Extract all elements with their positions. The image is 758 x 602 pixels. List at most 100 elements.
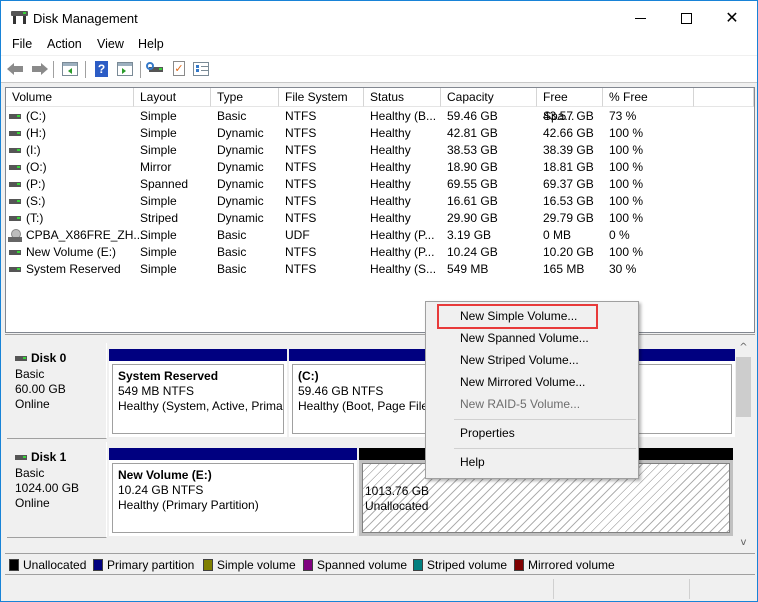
properties-button[interactable]: ✓ <box>170 60 188 78</box>
cell-volume: (O:) <box>26 160 47 174</box>
show-hide-action-pane-button[interactable] <box>116 60 134 78</box>
disk-icon <box>15 455 27 460</box>
cell-file-system: NTFS <box>285 109 317 123</box>
cell-percent-free: 100 % <box>609 143 644 157</box>
scroll-up-icon[interactable]: ^ <box>735 339 752 356</box>
cell-capacity: 18.90 GB <box>447 160 498 174</box>
disk-state: Online <box>15 397 50 411</box>
back-button[interactable] <box>7 60 25 78</box>
cell-file-system: NTFS <box>285 126 317 140</box>
column-header-volume[interactable]: Volume <box>6 88 134 107</box>
menu-item-new-mirrored-volume[interactable]: New Mirrored Volume... <box>460 375 585 389</box>
drive-icon <box>9 250 21 255</box>
properties-icon: ✓ <box>173 61 185 76</box>
column-header-percent-free[interactable]: % Free <box>603 88 694 107</box>
cell-file-system: NTFS <box>285 160 317 174</box>
drive-icon <box>9 148 21 153</box>
cell-volume: New Volume (E:) <box>26 245 117 259</box>
column-header-status[interactable]: Status <box>364 88 441 107</box>
volume-row[interactable]: (P:) Spanned Dynamic NTFS Healthy 69.55 GB 69.… <box>6 176 754 193</box>
disk-type: Basic <box>15 367 45 381</box>
volume-row[interactable]: (I:) Simple Dynamic NTFS Healthy 38.53 GB 38.3… <box>6 142 754 159</box>
volume-row[interactable]: (C:) Simple Basic NTFS Healthy (B... 59.46 GB… <box>6 108 754 125</box>
rescan-disks-button[interactable] <box>146 60 165 78</box>
column-header-file-system[interactable]: File System <box>279 88 364 107</box>
cell-capacity: 10.24 GB <box>447 245 498 259</box>
close-icon: ✕ <box>725 8 739 27</box>
cell-volume: (S:) <box>26 194 46 208</box>
legend-spanned-volume: Spanned volume <box>303 558 407 572</box>
cell-percent-free: 0 % <box>609 228 630 242</box>
cell-status: Healthy (S... <box>370 262 437 276</box>
minimize-button[interactable] <box>617 1 663 35</box>
partition-new-volume-e[interactable]: New Volume (E:) 10.24 GB NTFS Healthy (P… <box>109 448 357 536</box>
volume-row[interactable]: CPBA_X86FRE_ZH... Simple Basic UDF Healthy (… <box>6 227 754 244</box>
window-title: Disk Management <box>33 11 138 26</box>
show-hide-console-tree-icon <box>62 62 78 76</box>
partition-status: Healthy (Primary Partition) <box>118 498 259 512</box>
cell-layout: Simple <box>140 194 177 208</box>
partition-system-reserved[interactable]: System Reserved 549 MB NTFS Healthy (Sys… <box>109 349 287 437</box>
cell-free-space: 42.66 GB <box>543 126 594 140</box>
menu-item-new-striped-volume[interactable]: New Striped Volume... <box>460 353 579 367</box>
column-header-free-space[interactable]: Free Spa... <box>537 88 603 123</box>
maximize-button[interactable] <box>663 1 709 35</box>
cell-status: Healthy <box>370 160 411 174</box>
cell-layout: Striped <box>140 211 179 225</box>
disk-0-label[interactable]: Disk 0 Basic 60.00 GB Online <box>7 343 107 439</box>
cell-percent-free: 100 % <box>609 194 644 208</box>
volume-row[interactable]: System Reserved Simple Basic NTFS Healthy (S… <box>6 261 754 278</box>
column-header-empty <box>694 88 754 107</box>
toolbar-separator <box>140 61 141 78</box>
legend: Unallocated Primary partition Simple vol… <box>5 553 755 575</box>
title-bar: Disk Management ✕ <box>1 1 757 35</box>
menu-view[interactable]: View <box>97 37 124 51</box>
menu-bar: File Action View Help <box>1 35 757 55</box>
disk-name: Disk 0 <box>31 351 67 365</box>
menu-file[interactable]: File <box>12 37 32 51</box>
legend-swatch <box>203 559 213 571</box>
cell-percent-free: 100 % <box>609 245 644 259</box>
volume-row[interactable]: New Volume (E:) Simple Basic NTFS Healthy (P… <box>6 244 754 261</box>
scroll-thumb[interactable] <box>736 357 751 417</box>
disk-pane-scrollbar[interactable]: ^ v <box>735 339 752 551</box>
menu-item-new-spanned-volume[interactable]: New Spanned Volume... <box>460 331 589 345</box>
cell-file-system: NTFS <box>285 143 317 157</box>
help-button[interactable]: ? <box>93 60 111 78</box>
menu-item-new-simple-volume[interactable]: New Simple Volume... <box>460 309 577 323</box>
cell-free-space: 165 MB <box>543 262 585 276</box>
column-header-capacity[interactable]: Capacity <box>441 88 537 107</box>
close-button[interactable]: ✕ <box>709 1 755 35</box>
column-header-type[interactable]: Type <box>211 88 279 107</box>
forward-button[interactable] <box>30 60 48 78</box>
cell-status: Healthy (P... <box>370 245 435 259</box>
column-header-layout[interactable]: Layout <box>134 88 211 107</box>
volume-row[interactable]: (O:) Mirror Dynamic NTFS Healthy 18.90 GB 18.8… <box>6 159 754 176</box>
menu-action[interactable]: Action <box>47 37 82 51</box>
volume-list: Volume Layout Type File System Status Ca… <box>5 87 755 333</box>
cell-capacity: 69.55 GB <box>447 177 498 191</box>
menu-help[interactable]: Help <box>138 37 164 51</box>
cell-status: Healthy <box>370 194 411 208</box>
show-hide-console-tree-button[interactable] <box>61 60 79 78</box>
volume-row[interactable]: (H:) Simple Dynamic NTFS Healthy 42.81 GB 42.6… <box>6 125 754 142</box>
disk-state: Online <box>15 496 50 510</box>
volume-row[interactable]: (S:) Simple Dynamic NTFS Healthy 16.61 GB 16.5… <box>6 193 754 210</box>
drive-icon <box>9 131 21 136</box>
disk-1-label[interactable]: Disk 1 Basic 1024.00 GB Online <box>7 442 107 538</box>
legend-simple-volume: Simple volume <box>203 558 296 572</box>
cd-drive-icon <box>8 229 22 242</box>
pane-splitter[interactable] <box>5 334 755 338</box>
menu-item-properties[interactable]: Properties <box>460 426 515 440</box>
settings-list-button[interactable] <box>192 60 210 78</box>
cell-volume: (I:) <box>26 143 41 157</box>
context-menu: New Simple Volume... New Spanned Volume.… <box>425 301 639 479</box>
legend-swatch <box>93 559 103 571</box>
cell-type: Dynamic <box>217 160 264 174</box>
drive-icon <box>9 165 21 170</box>
scroll-down-icon[interactable]: v <box>735 534 752 551</box>
volume-row[interactable]: (T:) Striped Dynamic NTFS Healthy 29.90 GB 29.… <box>6 210 754 227</box>
cell-free-space: 0 MB <box>543 228 572 242</box>
cell-status: Healthy (B... <box>370 109 437 123</box>
menu-item-help[interactable]: Help <box>460 455 485 469</box>
